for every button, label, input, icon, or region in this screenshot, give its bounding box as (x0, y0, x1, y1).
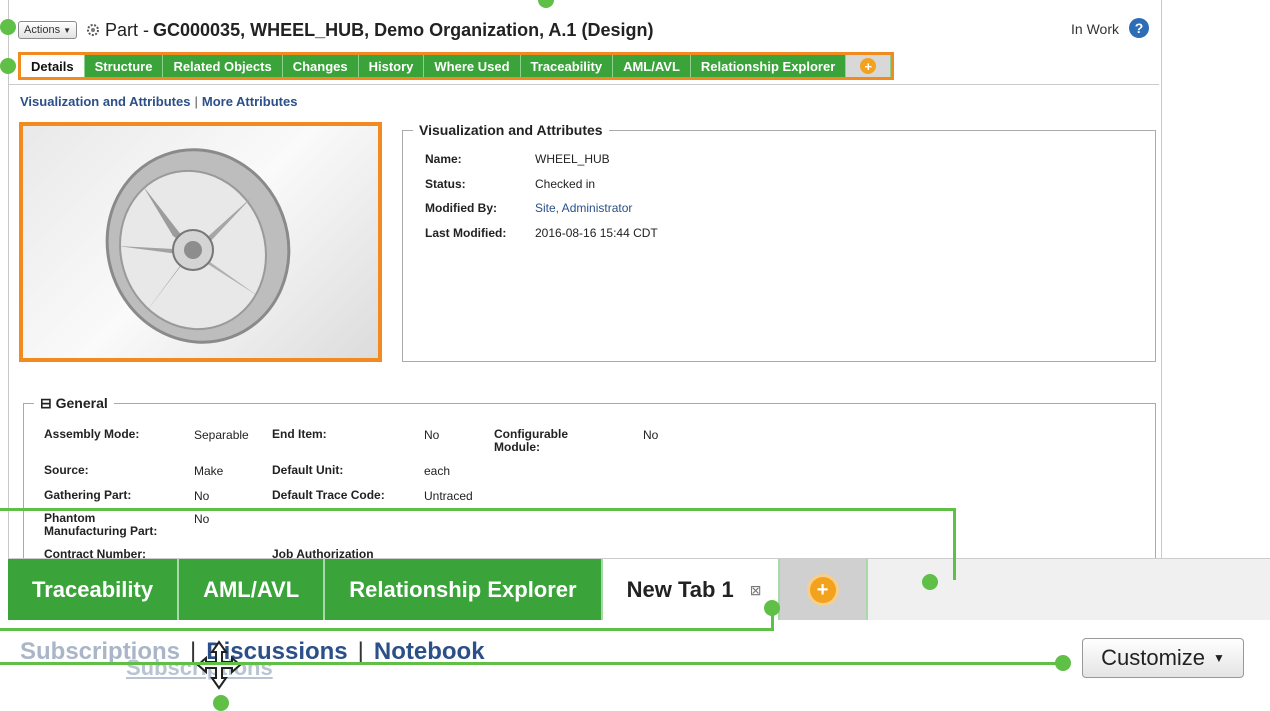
zoom-tab-relationship-explorer[interactable]: Relationship Explorer (325, 559, 603, 621)
tab-aml-avl[interactable]: AML/AVL (613, 55, 691, 77)
value-source: Make (194, 464, 224, 478)
label-assembly-mode: Assembly Mode: (44, 427, 140, 441)
callout-dot (922, 574, 938, 590)
actions-label: Actions (24, 24, 61, 36)
callout-line (953, 508, 956, 580)
title-prefix: Part - (105, 19, 150, 40)
tab-structure[interactable]: Structure (84, 55, 164, 77)
label-configurable-module: Configurable Module: (494, 427, 568, 454)
customize-label: Customize (1101, 645, 1206, 670)
label-gathering-part: Gathering Part: (44, 488, 132, 502)
value-assembly-mode: Separable (194, 428, 249, 442)
zoom-add-tab-button[interactable]: + (779, 559, 868, 621)
plus-icon: + (809, 577, 836, 603)
tab-details[interactable]: Details (21, 55, 85, 77)
value-gathering-part: No (194, 489, 210, 503)
link-notebook[interactable]: Notebook (374, 638, 485, 665)
tab-related-objects[interactable]: Related Objects (163, 55, 283, 77)
label-default-unit: Default Unit: (272, 463, 344, 477)
zoom-tab-traceability[interactable]: Traceability (8, 559, 180, 621)
page-title: Part - GC000035, WHEEL_HUB, Demo Organiz… (85, 20, 653, 41)
separator: | (194, 94, 198, 109)
wheel-hub-image (105, 148, 291, 344)
label-source: Source: (44, 463, 89, 477)
separator: | (357, 638, 364, 665)
zoomed-tab-bar: Traceability AML/AVL Relationship Explor… (8, 558, 1270, 621)
move-cursor-icon (196, 640, 242, 690)
chevron-down-icon: ▼ (63, 25, 71, 35)
callout-dot (764, 600, 780, 616)
callout-line (0, 628, 773, 631)
part-thumbnail[interactable] (19, 122, 382, 362)
value-default-trace-code: Untraced (424, 489, 473, 503)
label-end-item: End Item: (272, 427, 327, 441)
tab-changes[interactable]: Changes (282, 55, 359, 77)
link-more-attributes[interactable]: More Attributes (202, 94, 298, 109)
tab-traceability[interactable]: Traceability (520, 55, 614, 77)
value-phantom-part: No (194, 512, 210, 526)
title-main: GC000035, WHEEL_HUB, Demo Organization, … (153, 19, 654, 40)
value-configurable-module: No (643, 428, 659, 442)
visualization-attributes-panel: Visualization and Attributes (402, 122, 1156, 362)
customize-button[interactable]: Customize ▼ (1082, 638, 1244, 678)
general-panel: ⊟ General (23, 395, 1156, 577)
tab-where-used[interactable]: Where Used (424, 55, 521, 77)
close-icon[interactable]: ⊠ (750, 582, 762, 599)
label-default-trace-code: Default Trace Code: (272, 488, 385, 502)
help-icon[interactable]: ? (1129, 18, 1149, 38)
callout-dot (213, 695, 229, 711)
sub-navigation: Visualization and Attributes | More Attrib… (20, 94, 297, 109)
callout-line (0, 508, 955, 511)
general-legend: ⊟ General (40, 395, 108, 411)
link-visualization[interactable]: Visualization and Attributes (20, 94, 190, 109)
value-end-item: No (424, 428, 440, 442)
modified-by-link[interactable]: Site, Administrator (535, 201, 632, 215)
zoom-tab-aml-avl[interactable]: AML/AVL (179, 559, 326, 621)
page-header: Actions ▼ Part - GC000035, WHEEL_HUB, De… (18, 17, 653, 43)
tab-bar: Details Structure Related Objects Change… (18, 52, 895, 80)
callout-line (0, 662, 1060, 665)
chevron-down-icon: ▼ (1213, 651, 1225, 665)
gear-icon (87, 24, 99, 36)
label-phantom-part: Phantom Manufacturing Part: (44, 511, 158, 538)
status-label: In Work (1071, 21, 1119, 37)
tab-history[interactable]: History (358, 55, 425, 77)
callout-dot (1055, 655, 1071, 671)
actions-button[interactable]: Actions ▼ (18, 21, 77, 39)
zoom-tab-new-tab-1[interactable]: New Tab 1 ⊠ (602, 559, 780, 621)
new-tab-label: New Tab 1 (626, 577, 734, 602)
section-title: Visualization and Attributes (419, 122, 603, 138)
callout-dot (0, 58, 16, 74)
callout-dot (0, 19, 16, 35)
collapse-icon[interactable]: ⊟ (40, 395, 52, 411)
add-tab-button[interactable]: + (846, 55, 892, 77)
divider (9, 84, 1159, 85)
tab-relationship-explorer[interactable]: Relationship Explorer (690, 55, 847, 77)
plus-icon: + (860, 58, 877, 74)
value-default-unit: each (424, 464, 451, 478)
